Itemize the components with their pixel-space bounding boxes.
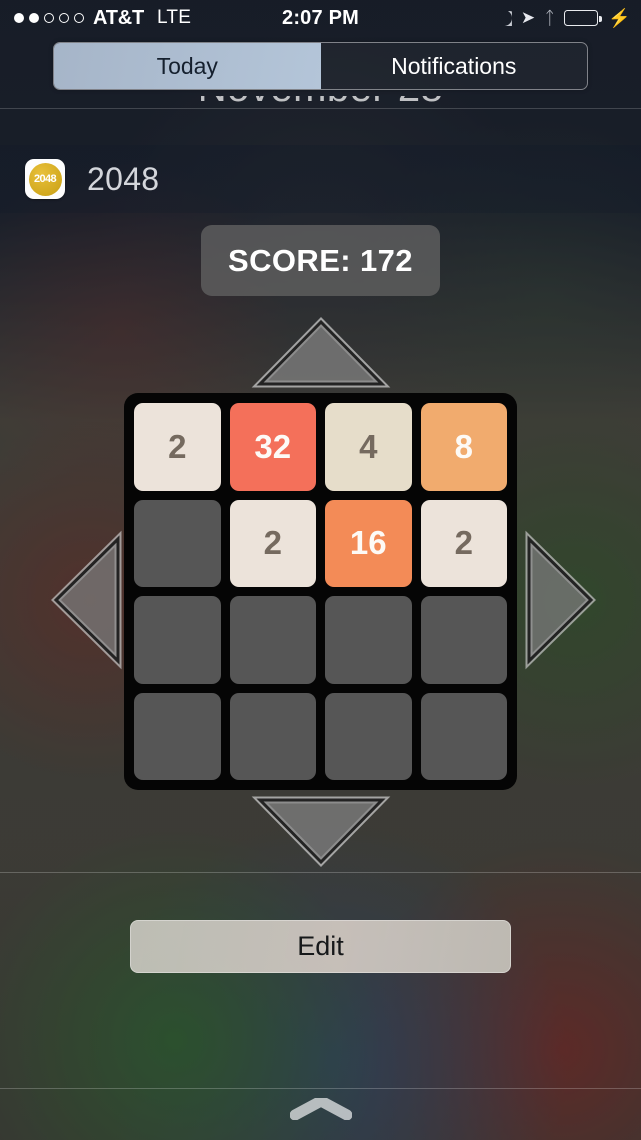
tile-2: 2	[229, 499, 316, 587]
arrow-left-button[interactable]	[51, 530, 122, 670]
notification-center-grabber[interactable]	[0, 1098, 641, 1140]
arrow-up-button[interactable]	[251, 317, 391, 388]
status-bar: AT&T LTE 2:07 PM ➤ ᛏ ⚡	[0, 0, 641, 36]
footer-divider-top	[0, 872, 641, 873]
clock-label: 2:07 PM	[282, 6, 359, 29]
tile-empty	[420, 692, 507, 780]
location-arrow-icon: ➤	[520, 8, 536, 27]
widget-header[interactable]: 2048 2048	[0, 145, 641, 213]
game-board-2048[interactable]: 2 32 4 8 2 16 2	[124, 393, 517, 790]
app-icon-label: 2048	[33, 173, 57, 185]
tile-empty	[134, 692, 221, 780]
tile-16: 16	[325, 499, 412, 587]
arrow-right-button[interactable]	[525, 530, 596, 670]
date-header-strip: November 28	[0, 96, 641, 144]
today-notifications-segmented-control[interactable]: Today Notifications	[53, 42, 588, 90]
arrow-down-button[interactable]	[251, 796, 391, 867]
tile-2: 2	[420, 499, 507, 587]
tab-today[interactable]: Today	[54, 43, 321, 89]
tile-empty	[229, 692, 316, 780]
notification-center-screen: AT&T LTE 2:07 PM ➤ ᛏ ⚡ Today Notificatio…	[0, 0, 641, 1140]
tile-8: 8	[420, 403, 507, 491]
date-header-divider	[0, 108, 641, 109]
tile-empty	[229, 596, 316, 684]
tile-4: 4	[325, 403, 412, 491]
score-badge: SCORE: 172	[201, 225, 440, 296]
tile-empty	[325, 596, 412, 684]
tile-32: 32	[229, 403, 316, 491]
tile-empty	[134, 596, 221, 684]
tab-notifications[interactable]: Notifications	[321, 43, 588, 89]
edit-button[interactable]: Edit	[130, 920, 511, 973]
app-icon-disc: 2048	[28, 162, 62, 196]
moon-icon	[496, 10, 512, 26]
tile-empty	[325, 692, 412, 780]
footer-divider-bottom	[0, 1088, 641, 1089]
widget-title: 2048	[87, 160, 160, 197]
tile-empty	[134, 499, 221, 587]
tile-empty	[420, 596, 507, 684]
app-icon-2048: 2048	[25, 159, 65, 199]
widget-body: SCORE: 172 2 32 4 8 2 16 2	[0, 213, 641, 872]
battery-icon	[564, 10, 602, 26]
tile-2: 2	[134, 403, 221, 491]
